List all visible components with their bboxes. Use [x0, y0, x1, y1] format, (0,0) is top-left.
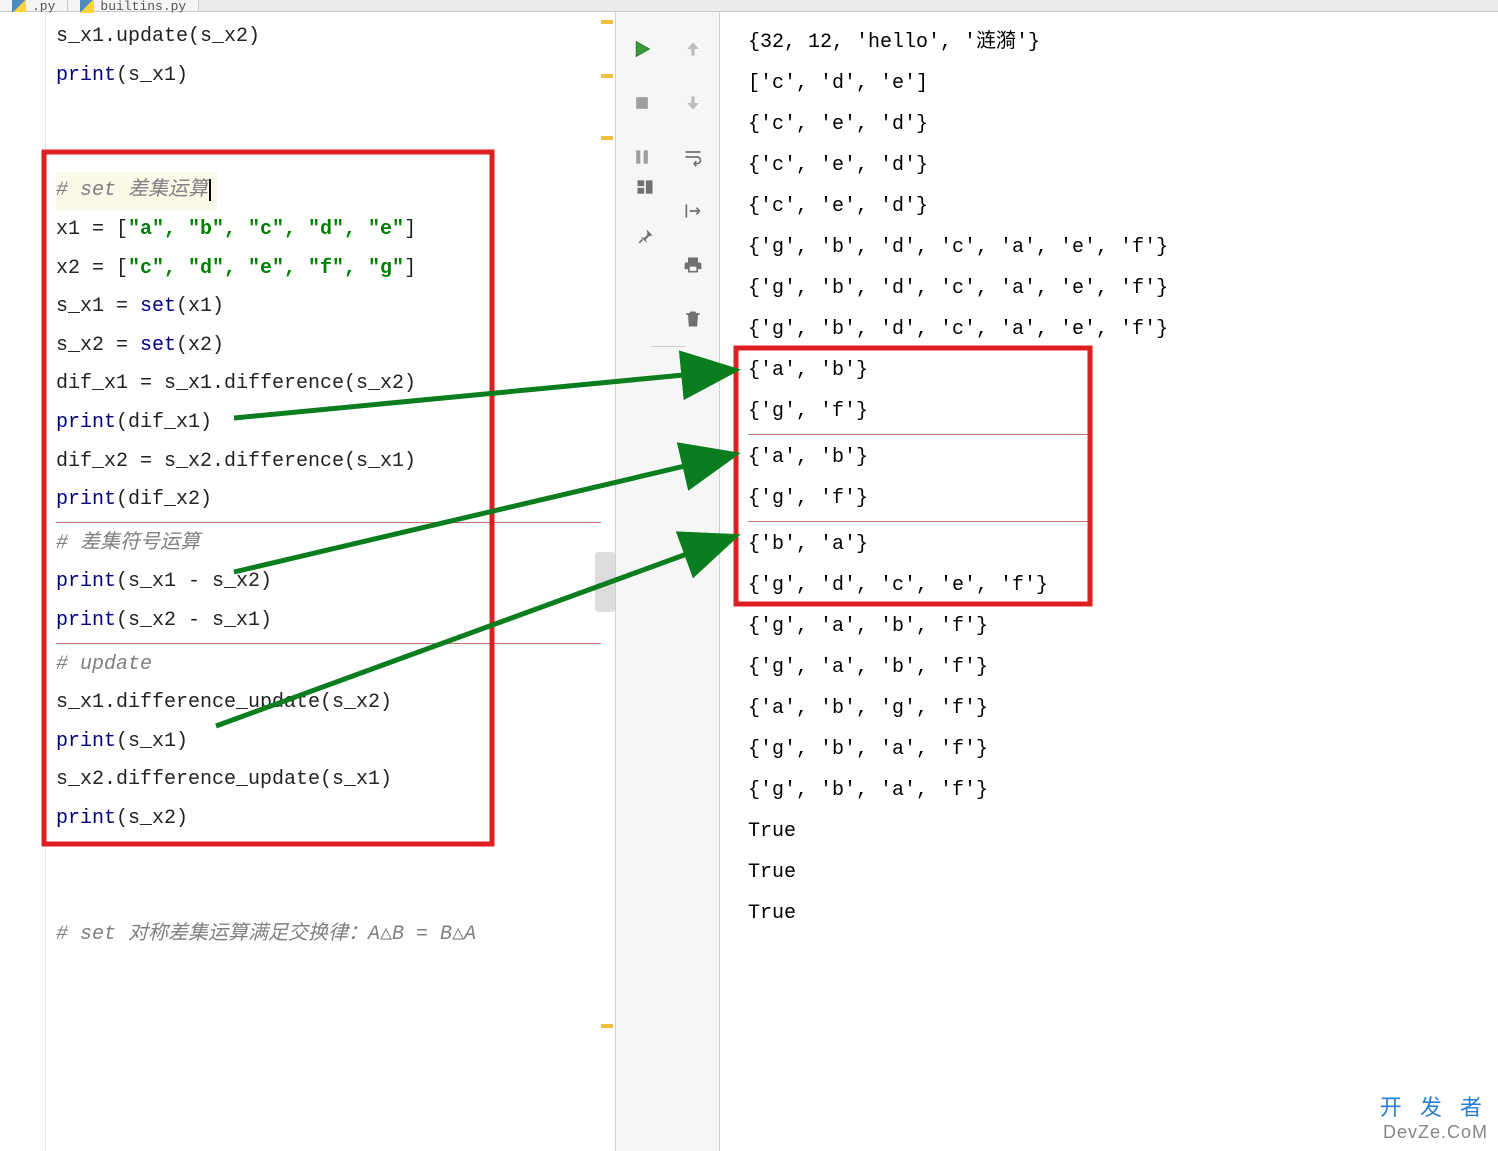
change-marker — [601, 20, 613, 24]
watermark-en: DevZe.CoM — [1380, 1122, 1488, 1143]
output-line: {32, 12, 'hello', '涟漪'} — [748, 22, 1482, 63]
output-line: {'g', 'a', 'b', 'f'} — [748, 606, 1482, 647]
editor-tab-2[interactable]: builtins.py — [68, 0, 199, 11]
code-comment: # set 对称差集运算满足交换律：A△B = B△A — [56, 923, 476, 946]
run-tool-window — [616, 12, 720, 1151]
change-marker — [601, 136, 613, 140]
code-comment: # update — [56, 653, 152, 676]
editor-gutter — [0, 12, 46, 1151]
output-line: {'g', 'b', 'd', 'c', 'a', 'e', 'f'} — [748, 309, 1482, 350]
code-str: "a", "b", "c", "d", "e" — [128, 218, 404, 241]
code-line: dif_x1 = s_x1.difference(s_x2) — [56, 365, 601, 404]
output-line: {'g', 'a', 'b', 'f'} — [748, 647, 1482, 688]
arrow-up-icon[interactable] — [678, 34, 708, 64]
output-line: {'g', 'b', 'd', 'c', 'a', 'e', 'f'} — [748, 227, 1482, 268]
output-line: {'g', 'f'} — [748, 478, 1482, 519]
output-line: {'g', 'b', 'a', 'f'} — [748, 770, 1482, 811]
watermark-cn: 开 发 者 — [1380, 1090, 1488, 1122]
layout-icon[interactable] — [630, 172, 660, 202]
output-line: {'g', 'd', 'c', 'e', 'f'} — [748, 565, 1482, 606]
code-editor[interactable]: s_x1.update(s_x2) print(s_x1) # set 差集运算… — [0, 12, 616, 1151]
output-line: {'g', 'b', 'd', 'c', 'a', 'e', 'f'} — [748, 268, 1482, 309]
output-line: {'b', 'a'} — [748, 524, 1482, 565]
wrap-icon[interactable] — [678, 142, 708, 172]
output-line: True — [748, 852, 1482, 893]
arrow-down-icon[interactable] — [678, 88, 708, 118]
output-line: {'c', 'e', 'd'} — [748, 104, 1482, 145]
code-comment: # 差集符号运算 — [56, 532, 200, 555]
output-line: {'g', 'f'} — [748, 391, 1482, 432]
editor-tab-1[interactable]: .py — [0, 0, 68, 11]
code-seg: x1 = [ — [56, 218, 128, 241]
console-output[interactable]: {32, 12, 'hello', '涟漪'}['c', 'd', 'e']{'… — [720, 12, 1498, 1151]
pause-button[interactable] — [627, 142, 657, 172]
output-line: {'a', 'b', 'g', 'f'} — [748, 688, 1482, 729]
code-comment: # set 差集运算 — [56, 179, 211, 202]
stop-button[interactable] — [627, 88, 657, 118]
output-line: {'a', 'b'} — [748, 350, 1482, 391]
output-line: True — [748, 811, 1482, 852]
code-content: s_x1.update(s_x2) print(s_x1) # set 差集运算… — [56, 18, 601, 1151]
tab-bar: .py builtins.py — [0, 0, 1498, 12]
output-line: {'c', 'e', 'd'} — [748, 145, 1482, 186]
output-line: {'a', 'b'} — [748, 437, 1482, 478]
change-marker — [601, 74, 613, 78]
print-icon[interactable] — [678, 250, 708, 280]
output-line: {'c', 'e', 'd'} — [748, 186, 1482, 227]
pin-icon[interactable] — [630, 222, 660, 252]
step-icon[interactable] — [678, 196, 708, 226]
change-marker — [601, 1024, 613, 1028]
trash-icon[interactable] — [678, 304, 708, 334]
watermark: 开 发 者 DevZe.CoM — [1380, 1090, 1488, 1143]
output-line: True — [748, 893, 1482, 934]
run-button[interactable] — [627, 34, 657, 64]
output-line: ['c', 'd', 'e'] — [748, 63, 1482, 104]
output-line: {'g', 'b', 'a', 'f'} — [748, 729, 1482, 770]
code-line: s_x1.update(s_x2) — [56, 25, 260, 48]
